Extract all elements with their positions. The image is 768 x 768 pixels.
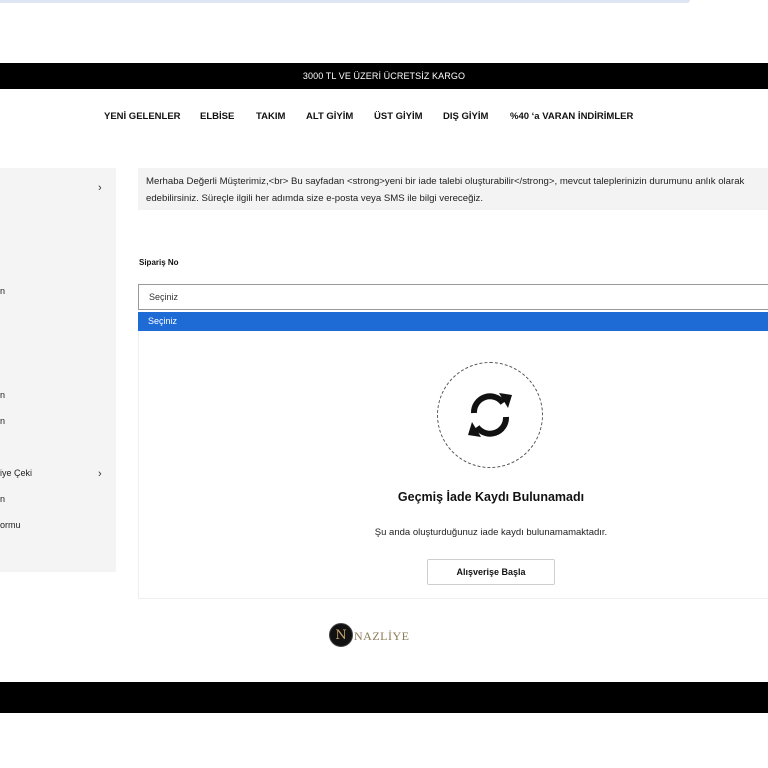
order-number-select[interactable]: Seçiniz <box>138 284 768 310</box>
info-message-box: Merhaba Değerli Müşterimiz,<br> Bu sayfa… <box>138 168 768 210</box>
empty-state-title: Geçmiş İade Kaydı Bulunamadı <box>397 490 585 504</box>
nav-item-set[interactable]: TAKIM <box>256 111 285 122</box>
nav-item-dress[interactable]: ELBİSE <box>200 111 234 122</box>
sidebar-item-gift-card[interactable]: iye Çeki <box>0 468 32 478</box>
account-sidebar: › n n n iye Çeki › n ormu <box>0 168 116 572</box>
start-shopping-button[interactable]: Alışverişe Başla <box>427 559 555 585</box>
select-option-highlighted[interactable]: Seçiniz <box>138 312 768 331</box>
shipping-announcement-bar: 3000 TL VE ÜZERİ ÜCRETSİZ KARGO <box>0 63 768 89</box>
logo-wordmark: NAZLİYE <box>354 629 410 643</box>
brand-logo[interactable]: N NAZLİYE <box>329 622 419 652</box>
logo-mark: N <box>329 623 353 647</box>
refresh-icon <box>464 389 516 441</box>
info-text-line: edebilirsiniz. Süreçle ilgili her adımda… <box>146 193 483 204</box>
chevron-right-icon: › <box>98 182 102 194</box>
sidebar-item[interactable]: n <box>0 390 5 400</box>
nav-item-tops[interactable]: ÜST GİYİM <box>374 111 423 122</box>
footer-bar <box>0 682 768 713</box>
browser-top-strip <box>0 0 690 3</box>
info-text-line: Merhaba Değerli Müşterimiz,<br> Bu sayfa… <box>146 176 745 187</box>
announcement-text: 3000 TL VE ÜZERİ ÜCRETSİZ KARGO <box>302 71 466 81</box>
nav-item-sale[interactable]: %40 ‘a VARAN İNDİRİMLER <box>510 111 633 122</box>
nav-item-new-arrivals[interactable]: YENİ GELENLER <box>104 111 181 122</box>
main-nav: YENİ GELENLER ELBİSE TAKIM ALT GİYİM ÜST… <box>0 111 768 125</box>
order-number-label: Sipariş No <box>139 258 179 267</box>
sidebar-item[interactable]: n <box>0 286 5 296</box>
empty-state-description: Şu anda oluşturduğunuz iade kaydı buluna… <box>374 527 608 538</box>
chevron-right-icon: › <box>98 468 102 480</box>
nav-item-bottoms[interactable]: ALT GİYİM <box>306 111 353 122</box>
sidebar-item[interactable]: n <box>0 416 5 426</box>
nav-item-outerwear[interactable]: DIŞ GİYİM <box>443 111 488 122</box>
